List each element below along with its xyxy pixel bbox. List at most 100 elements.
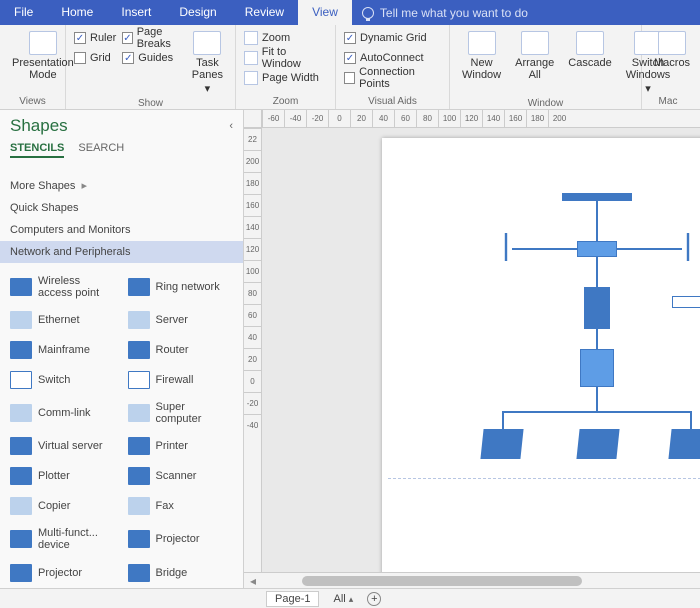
shape-item[interactable]: Firewall (122, 365, 240, 395)
arrange-all-button[interactable]: Arrange All (511, 29, 558, 83)
task-panes-button[interactable]: Task Panes▾ (188, 29, 227, 97)
tab-home[interactable]: Home (47, 0, 107, 25)
server-shape[interactable] (584, 287, 610, 329)
stencils-tab[interactable]: STENCILS (10, 142, 64, 158)
shape-icon (128, 341, 150, 359)
switch-shape[interactable] (580, 349, 614, 387)
shape-item[interactable]: Projector (122, 521, 240, 557)
shape-item[interactable]: Ring network (122, 269, 240, 305)
shape-label: Projector (38, 567, 82, 579)
pagebreaks-checkbox[interactable]: ✓Page Breaks (122, 29, 182, 47)
shapes-panel: Shapes ‹ STENCILS SEARCH More Shapes▸ Qu… (0, 110, 244, 588)
shape-label: Ring network (156, 281, 220, 293)
quick-shapes-cat[interactable]: Quick Shapes (0, 197, 243, 219)
add-page-button[interactable]: + (367, 592, 381, 606)
network-cat[interactable]: Network and Peripherals (0, 241, 243, 263)
box-right-shape[interactable] (668, 429, 700, 459)
tab-design[interactable]: Design (165, 0, 230, 25)
cascade-icon (576, 31, 604, 55)
shape-icon (128, 278, 150, 296)
canvas-area: -60-40-20020406080100120140160180200 222… (244, 110, 700, 588)
fit-window-button[interactable]: Fit to Window (244, 49, 327, 67)
tab-review[interactable]: Review (231, 0, 298, 25)
shape-icon (128, 404, 150, 422)
switch-rack-shape[interactable] (672, 296, 700, 308)
shape-item[interactable]: Super computer (122, 395, 240, 431)
antenna-right-shape[interactable] (682, 233, 694, 261)
shape-item[interactable]: Printer (122, 431, 240, 461)
box-left-shape[interactable] (480, 429, 523, 459)
shape-icon (10, 311, 32, 329)
shape-item[interactable]: Plotter (4, 461, 122, 491)
search-tab[interactable]: SEARCH (78, 142, 124, 158)
computers-cat[interactable]: Computers and Monitors (0, 219, 243, 241)
dynamic-grid-checkbox[interactable]: ✓Dynamic Grid (344, 29, 441, 47)
fit-icon (244, 51, 258, 65)
drawing-page[interactable] (262, 128, 700, 572)
tell-me-text: Tell me what you want to do (380, 6, 528, 20)
shape-item[interactable]: Ethernet (4, 305, 122, 335)
shapes-title: Shapes (10, 116, 68, 136)
tab-insert[interactable]: Insert (107, 0, 165, 25)
cascade-button[interactable]: Cascade (564, 29, 615, 71)
shape-label: Wireless access point (38, 275, 116, 299)
shape-label: Router (156, 344, 189, 356)
shape-item[interactable]: Fax (122, 491, 240, 521)
shape-label: Server (156, 314, 188, 326)
router-shape[interactable] (577, 241, 617, 257)
shape-item[interactable]: Wireless access point (4, 269, 122, 305)
shape-icon (10, 467, 32, 485)
shape-label: Switch (38, 374, 70, 386)
antenna-left-shape[interactable] (500, 233, 512, 261)
group-views-label: Views (8, 95, 57, 108)
more-shapes-cat[interactable]: More Shapes▸ (0, 174, 243, 197)
ruler-corner (244, 110, 262, 128)
shape-item[interactable]: Bridge (122, 558, 240, 588)
shape-item[interactable]: Multi-funct... device (4, 521, 122, 557)
group-show-label: Show (74, 97, 227, 110)
ruler-vertical[interactable]: 22200180160140120100806040200-20-40 (244, 128, 262, 572)
shape-item[interactable]: Router (122, 335, 240, 365)
shape-item[interactable]: Virtual server (4, 431, 122, 461)
box-mid-shape[interactable] (576, 429, 619, 459)
collapse-shapes-icon[interactable]: ‹ (229, 120, 233, 132)
scroll-left-icon[interactable]: ◂ (244, 574, 262, 588)
shape-item[interactable]: Switch (4, 365, 122, 395)
guides-checkbox[interactable]: ✓Guides (122, 49, 182, 67)
zoom-icon (244, 31, 258, 45)
shape-icon (10, 404, 32, 422)
shape-item[interactable]: Scanner (122, 461, 240, 491)
scroll-thumb[interactable] (302, 576, 582, 586)
shape-item[interactable]: Server (122, 305, 240, 335)
shape-icon (10, 278, 32, 296)
tab-file[interactable]: File (0, 0, 47, 25)
tell-me[interactable]: Tell me what you want to do (352, 6, 528, 20)
new-window-button[interactable]: New Window (458, 29, 505, 83)
shape-icon (128, 530, 150, 548)
ruler-horizontal[interactable]: -60-40-20020406080100120140160180200 (244, 110, 700, 128)
shape-item[interactable]: Projector (4, 558, 122, 588)
shape-icon (10, 437, 32, 455)
shape-label: Fax (156, 500, 174, 512)
tab-view[interactable]: View (298, 0, 352, 25)
shape-icon (128, 467, 150, 485)
shape-label: Bridge (156, 567, 188, 579)
patch-panel-shape[interactable] (562, 193, 632, 201)
taskpanes-icon (193, 31, 221, 55)
bulb-icon (362, 7, 374, 19)
all-pages[interactable]: All ▴ (333, 593, 353, 605)
menu-bar: File Home Insert Design Review View Tell… (0, 0, 700, 25)
page-tab[interactable]: Page-1 (266, 591, 319, 607)
zoom-button[interactable]: Zoom (244, 29, 327, 47)
ruler-checkbox[interactable]: ✓Ruler (74, 29, 116, 47)
autoconnect-checkbox[interactable]: ✓AutoConnect (344, 49, 441, 67)
shape-label: Comm-link (38, 407, 91, 419)
connection-points-checkbox[interactable]: Connection Points (344, 69, 441, 87)
shape-label: Printer (156, 440, 188, 452)
shape-item[interactable]: Mainframe (4, 335, 122, 365)
shape-item[interactable]: Copier (4, 491, 122, 521)
page-width-button[interactable]: Page Width (244, 69, 327, 87)
grid-checkbox[interactable]: Grid (74, 49, 116, 67)
shape-item[interactable]: Comm-link (4, 395, 122, 431)
scrollbar-h[interactable]: ◂ (244, 572, 700, 588)
